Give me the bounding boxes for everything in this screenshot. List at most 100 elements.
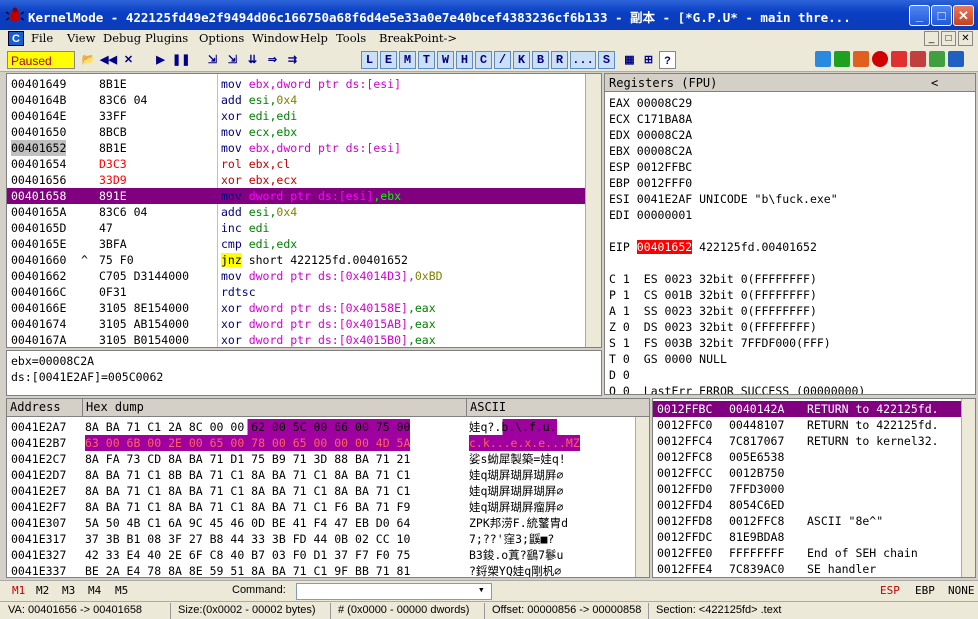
register-value[interactable]: 0041E2AF [637, 192, 692, 206]
disassembly-scrollbar[interactable] [585, 74, 601, 347]
dump-header-address[interactable]: Address [7, 399, 83, 417]
references-button[interactable]: R [551, 51, 568, 69]
disasm-row[interactable]: 00401649 8B1E mov ebx,dword ptr ds:[esi] [7, 76, 587, 92]
disasm-row[interactable]: 0040167A 3105 B0154000 xor dword ptr ds:[0… [7, 332, 587, 347]
log-window-button[interactable]: L [361, 51, 378, 69]
stack-row[interactable]: 0012FFC4 7C817067 RETURN to kernel32. [653, 433, 961, 449]
flag-row[interactable]: P 1 CS 001B 32bit 0(FFFFFFFF) [609, 287, 817, 303]
stack-row[interactable]: 0012FFCC 0012B750 [653, 465, 961, 481]
flag-row[interactable]: T 0 GS 0000 NULL [609, 351, 727, 367]
memory-m1-button[interactable]: M1 [12, 584, 25, 597]
disassembly-panel[interactable]: 00401649 8B1E mov ebx,dword ptr ds:[esi] 00… [6, 73, 602, 348]
disasm-row[interactable]: 0040166C 0F31 rdtsc [7, 284, 587, 300]
flag-row[interactable]: O 0 LastErr ERROR_SUCCESS (00000000) [609, 383, 865, 394]
disasm-row[interactable]: 00401660 ^ 75 F0 jnz short 422125fd.0040165… [7, 252, 587, 268]
flag-row[interactable]: A 1 SS 0023 32bit 0(FFFFFFFF) [609, 303, 817, 319]
flag-value[interactable]: T 0 [609, 352, 630, 366]
step-over-icon[interactable]: ⇲ [224, 51, 241, 69]
hex-dump-panel[interactable]: Address Hex dump ASCII 0041E2A7 8A BA 71 … [6, 398, 650, 578]
flag-value[interactable]: P 1 [609, 288, 630, 302]
register-value[interactable]: 0012FFF0 [637, 176, 692, 190]
dump-ascii[interactable]: 娃q瑚屛瑚屛瑚屛∅ [469, 467, 563, 483]
ebp-button[interactable]: EBP [915, 584, 935, 597]
dump-row[interactable]: 0041E337 BE 2A E4 78 8A 8E 59 51 8A BA 71… [7, 563, 637, 577]
layout-icon[interactable]: ⊞ [640, 51, 657, 69]
stack-row[interactable]: 0012FFD0 7FFD3000 [653, 481, 961, 497]
stack-value[interactable]: 81E9BDA8 [729, 529, 784, 545]
restart-icon[interactable]: ◀◀ [100, 51, 117, 69]
dump-ascii[interactable]: 娃q?.b.\.f.u. [469, 419, 557, 435]
menu-view[interactable]: View [67, 31, 95, 45]
stack-value[interactable]: 0012FFC8 [729, 513, 784, 529]
stack-value[interactable]: 00448107 [729, 417, 784, 433]
register-row[interactable]: ECX C171BA8A [609, 111, 699, 127]
registers-title[interactable]: Registers (FPU) < [605, 74, 975, 92]
dump-ascii[interactable]: ZPK邦涝F.統鼜胄d [469, 515, 568, 531]
dump-row[interactable]: 0041E2F7 8A BA 71 C1 8A BA 71 C1 8A BA 71… [7, 499, 637, 515]
run-trace-button[interactable]: ... [570, 51, 596, 69]
disasm-row[interactable]: 00401650 8BCB mov ecx,ebx [7, 124, 587, 140]
register-row[interactable]: EDI 00000001 [609, 207, 699, 223]
dump-row[interactable]: 0041E2E7 8A BA 71 C1 8A BA 71 C1 8A BA 71… [7, 483, 637, 499]
dump-ascii[interactable]: 娃q瑚屛瑚屛瑚屛∅ [469, 483, 563, 499]
stack-row[interactable]: 0012FFBC 0040142A RETURN to 422125fd. [653, 401, 961, 417]
register-row[interactable]: EBP 0012FFF0 [609, 175, 699, 191]
disasm-row[interactable]: 0040164E 33FF xor edi,edi [7, 108, 587, 124]
dump-row[interactable]: 0041E2B7 63 00 6B 00 2E 00 65 00 78 00 65… [7, 435, 637, 451]
disasm-row[interactable]: 00401654 D3C3 rol ebx,cl [7, 156, 587, 172]
dump-ascii[interactable]: ?鋝槊YQ娃q剛杋∅ [469, 563, 561, 577]
dump-hex[interactable]: 8A BA 71 C1 8A BA 71 C1 8A BA 71 C1 F6 B… [85, 499, 410, 515]
menu-plugins[interactable]: Plugins [145, 31, 188, 45]
register-row[interactable]: EAX 00008C29 [609, 95, 699, 111]
dump-hex[interactable]: 8A BA 71 C1 8B BA 71 C1 8A BA 71 C1 8A B… [85, 467, 410, 483]
disasm-row[interactable]: 00401674 3105 AB154000 xor dword ptr ds:[0… [7, 316, 587, 332]
register-row[interactable]: EBX 00008C2A [609, 143, 699, 159]
memory-m3-button[interactable]: M3 [62, 584, 75, 597]
menu-tools[interactable]: Tools [336, 31, 366, 45]
close-button[interactable]: ✕ [953, 5, 974, 26]
stack-value[interactable]: 005E6538 [729, 449, 784, 465]
refresh-icon[interactable] [815, 51, 831, 67]
dump-header-ascii[interactable]: ASCII [467, 399, 649, 417]
close-debug-icon[interactable]: ✕ [120, 51, 137, 69]
dump-hex[interactable]: 37 3B B1 08 3F 27 B8 44 33 3B FD 44 0B 0… [85, 531, 410, 547]
stack-row[interactable]: 0012FFDC 81E9BDA8 [653, 529, 961, 545]
stack-row[interactable]: 0012FFD4 8054C6ED [653, 497, 961, 513]
menu-window[interactable]: Window [252, 31, 299, 45]
flag-row[interactable]: D 0 [609, 367, 644, 383]
dump-row[interactable]: 0041E327 42 33 E4 40 2E 6F C8 40 B7 03 F0… [7, 547, 637, 563]
memory-map-button[interactable]: M [399, 51, 416, 69]
menu-file[interactable]: File [31, 31, 53, 45]
memory-m4-button[interactable]: M4 [88, 584, 101, 597]
flag-row[interactable]: Z 0 DS 0023 32bit 0(FFFFFFFF) [609, 319, 817, 335]
register-value[interactable]: C171BA8A [637, 112, 692, 126]
disasm-row[interactable]: 00401658 891E mov dword ptr ds:[esi],ebx [7, 188, 587, 204]
stack-row[interactable]: 0012FFC0 00448107 RETURN to 422125fd. [653, 417, 961, 433]
target-icon[interactable] [891, 51, 907, 67]
flag-value[interactable]: O 0 [609, 384, 630, 394]
windows-button[interactable]: W [437, 51, 454, 69]
flag-value[interactable]: S 1 [609, 336, 630, 350]
dump-hex[interactable]: 63 00 6B 00 2E 00 65 00 78 00 65 00 00 0… [85, 435, 411, 451]
dump-scrollbar[interactable] [635, 417, 649, 577]
dump-row[interactable]: 0041E2A7 8A BA 71 C1 2A 8C 00 00 62 00 5C… [7, 419, 637, 435]
open-icon[interactable]: 📂 [80, 51, 97, 69]
disasm-row[interactable]: 0040165D 47 inc edi [7, 220, 587, 236]
flag-row[interactable]: C 1 ES 0023 32bit 0(FFFFFFFF) [609, 271, 817, 287]
dump-header-hex[interactable]: Hex dump [83, 399, 467, 417]
stack-row[interactable]: 0012FFE0 FFFFFFFF End of SEH chain [653, 545, 961, 561]
executable-modules-button[interactable]: E [380, 51, 397, 69]
command-input[interactable] [296, 583, 492, 600]
stack-row[interactable]: 0012FFC8 005E6538 [653, 449, 961, 465]
disasm-row[interactable]: 0040165A 83C6 04 add esi,0x4 [7, 204, 587, 220]
mdi-minimize-button[interactable]: _ [924, 31, 939, 46]
disasm-row[interactable]: 0040164B 83C6 04 add esi,0x4 [7, 92, 587, 108]
dump-hex[interactable]: 8A BA 71 C1 2A 8C 00 00 62 00 5C 00 66 0… [85, 419, 411, 435]
dump-hex[interactable]: 5A 50 4B C1 6A 9C 45 46 0D BE 41 F4 47 E… [85, 515, 410, 531]
stack-value[interactable]: 8054C6ED [729, 497, 784, 513]
register-value[interactable]: 00008C2A [637, 144, 692, 158]
menu-help[interactable]: Help [300, 31, 328, 45]
trace-over-icon[interactable]: ⇒ [264, 51, 281, 69]
esp-button[interactable]: ESP [880, 584, 900, 597]
dump-hex[interactable]: 42 33 E4 40 2E 6F C8 40 B7 03 F0 D1 37 F… [85, 547, 410, 563]
